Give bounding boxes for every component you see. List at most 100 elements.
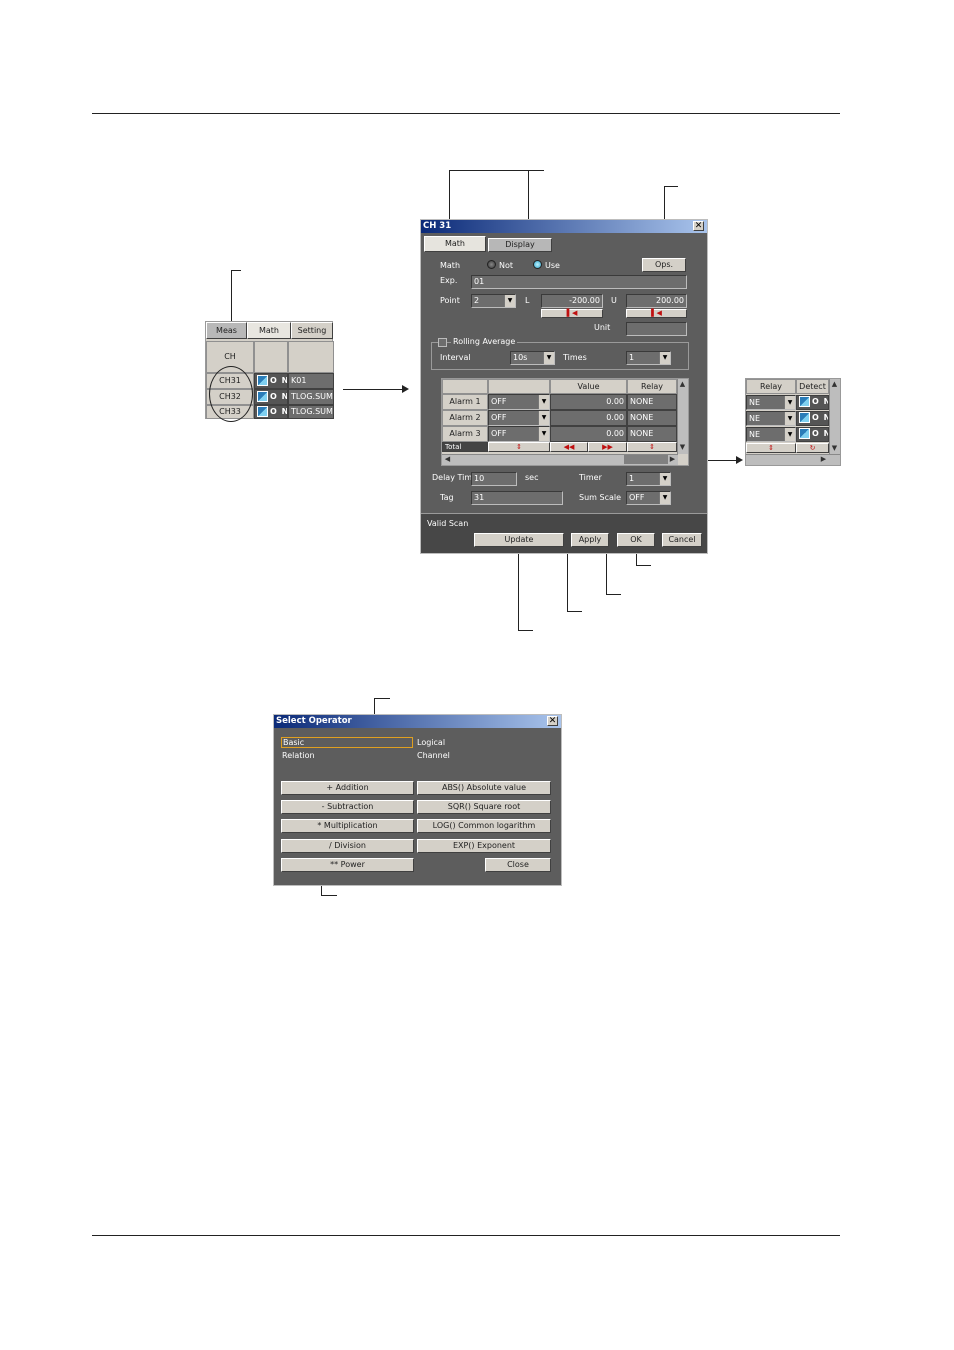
bottom-rule — [92, 1235, 840, 1236]
lower-limit-input[interactable]: -200.00 — [541, 294, 603, 308]
marker-icon[interactable]: ⇕ — [488, 442, 550, 452]
subtraction-button[interactable]: - Subtraction — [281, 800, 414, 814]
chevron-down-icon: ▼ — [538, 427, 549, 441]
upper-marker-icon[interactable]: ▌◀ — [626, 309, 687, 318]
on-toggle[interactable]: O N — [254, 389, 288, 405]
callout-line — [374, 698, 390, 699]
tab-math[interactable]: Math — [247, 322, 291, 339]
callout-line — [664, 186, 678, 187]
relay-select[interactable]: NE ▼ — [746, 411, 796, 426]
alarm-value-input[interactable]: 0.00 — [550, 394, 627, 410]
point-select[interactable]: 2 ▼ — [471, 294, 516, 308]
exp-button[interactable]: EXP() Exponent — [417, 839, 551, 853]
radio-not-label: Not — [499, 261, 514, 270]
delay-time-input[interactable]: 10 — [471, 472, 517, 486]
log-button[interactable]: LOG() Common logarithm — [417, 819, 551, 833]
alarm-relay-input[interactable]: NONE — [627, 394, 677, 410]
category-logical[interactable]: Logical — [417, 738, 445, 747]
upper-limit-input[interactable]: 200.00 — [626, 294, 687, 308]
sum-scale-label: Sum Scale — [579, 493, 622, 502]
column-header-relay: Relay — [627, 379, 677, 394]
rolling-average-checkbox[interactable] — [438, 338, 447, 347]
scroll-down-icon[interactable]: ▼ — [830, 444, 839, 453]
times-select[interactable]: 1 ▼ — [626, 351, 671, 365]
addition-button[interactable]: + Addition — [281, 781, 414, 795]
category-channel[interactable]: Channel — [417, 751, 450, 760]
cancel-button[interactable]: Cancel — [662, 533, 702, 547]
expression-cell[interactable]: K01 — [288, 373, 334, 389]
scroll-left-icon[interactable]: ◀ — [443, 455, 452, 464]
ok-button[interactable]: OK — [617, 533, 655, 547]
marker-icon[interactable]: ⇕ — [746, 443, 796, 453]
alarm-table: Value Relay Alarm 1 OFF ▼ 0.00 NONE Alarm… — [441, 378, 689, 466]
channel-settings-window: CH 31 ✕ Math Display Math Not Use Ops. E… — [420, 219, 708, 554]
sqr-button[interactable]: SQR() Square root — [417, 800, 551, 814]
on-toggle[interactable]: O N — [254, 405, 288, 419]
chevron-down-icon: ▼ — [784, 396, 795, 409]
alarm-relay-input[interactable]: NONE — [627, 426, 677, 442]
chevron-down-icon: ▼ — [538, 395, 549, 409]
tag-input[interactable]: 31 — [471, 491, 563, 505]
timer-select[interactable]: 1 ▼ — [626, 472, 671, 486]
callout-line — [231, 270, 241, 271]
alarm-value-input[interactable]: 0.00 — [550, 410, 627, 426]
tab-display[interactable]: Display — [488, 238, 552, 252]
scroll-up-icon[interactable]: ▲ — [678, 380, 687, 389]
expression-cell[interactable]: TLOG.SUM — [288, 389, 334, 405]
on-toggle[interactable]: O N — [254, 373, 288, 389]
relay-detect-panel: Relay Detect NE▼ O N NE▼ O N NE▼ O N ⇕ ↻… — [745, 378, 841, 466]
division-button[interactable]: / Division — [281, 839, 414, 853]
multiplication-button[interactable]: * Multiplication — [281, 819, 414, 833]
alarm-type-select[interactable]: OFF ▼ — [488, 394, 550, 410]
tab-math[interactable]: Math — [424, 236, 486, 252]
ops-button[interactable]: Ops. — [642, 258, 686, 272]
marker-right-icon[interactable]: ▶▶ — [588, 442, 627, 452]
close-button[interactable]: Close — [485, 858, 551, 872]
expression-input[interactable]: 01 — [471, 275, 687, 289]
radio-use[interactable] — [533, 260, 542, 269]
alarm-type-select[interactable]: OFF ▼ — [488, 410, 550, 426]
expression-cell[interactable]: TLOG.SUM — [288, 405, 334, 419]
category-basic[interactable]: Basic — [281, 737, 413, 748]
reset-icon[interactable]: ↻ — [796, 443, 829, 453]
scroll-right-icon[interactable]: ▶ — [819, 455, 828, 464]
highlight-ellipse — [209, 366, 253, 422]
arrow-head — [736, 456, 743, 464]
detect-toggle[interactable]: O N — [796, 427, 829, 442]
alarm-value-input[interactable]: 0.00 — [550, 426, 627, 442]
marker-left-icon[interactable]: ◀◀ — [550, 442, 588, 452]
power-button[interactable]: ** Power — [281, 858, 414, 872]
detect-toggle[interactable]: O N — [796, 411, 829, 426]
radio-not[interactable] — [487, 260, 496, 269]
callout-line — [449, 170, 544, 171]
chevron-down-icon: ▼ — [784, 412, 795, 425]
tab-setting[interactable]: Setting — [291, 322, 333, 339]
vertical-scrollbar[interactable] — [829, 379, 840, 454]
lower-marker-icon[interactable]: ▌◀ — [541, 309, 603, 318]
scroll-down-icon[interactable]: ▼ — [678, 443, 687, 452]
alarm-type-select[interactable]: OFF ▼ — [488, 426, 550, 442]
abs-button[interactable]: ABS() Absolute value — [417, 781, 551, 795]
unit-input[interactable] — [626, 322, 687, 336]
update-button[interactable]: Update — [474, 533, 564, 547]
relay-select[interactable]: NE ▼ — [746, 395, 796, 410]
sec-label: sec — [525, 473, 539, 482]
math-label: Math — [440, 261, 461, 270]
alarm-row-label: Alarm 1 — [442, 394, 488, 410]
interval-select[interactable]: 10s ▼ — [510, 351, 555, 365]
alarm-relay-input[interactable]: NONE — [627, 410, 677, 426]
relay-select[interactable]: NE ▼ — [746, 427, 796, 442]
marker-icon[interactable]: ⇕ — [627, 442, 677, 452]
scroll-up-icon[interactable]: ▲ — [830, 380, 839, 389]
scroll-thumb[interactable] — [624, 455, 668, 464]
scroll-right-icon[interactable]: ▶ — [668, 455, 677, 464]
detect-toggle[interactable]: O N — [796, 395, 829, 410]
apply-button[interactable]: Apply — [571, 533, 609, 547]
tab-meas[interactable]: Meas — [206, 322, 247, 339]
sum-scale-select[interactable]: OFF ▼ — [626, 491, 671, 505]
column-header-state — [254, 341, 288, 373]
close-icon[interactable]: ✕ — [547, 716, 558, 726]
close-icon[interactable]: ✕ — [693, 221, 704, 231]
category-relation[interactable]: Relation — [282, 751, 315, 760]
lower-label: L — [525, 296, 530, 305]
